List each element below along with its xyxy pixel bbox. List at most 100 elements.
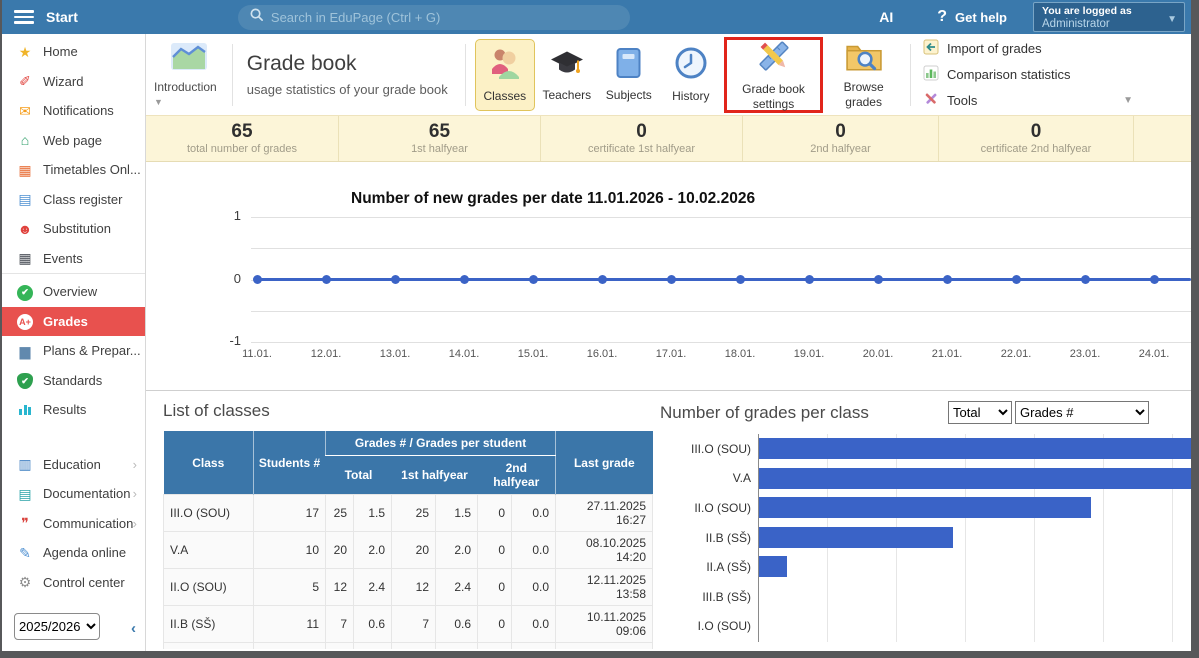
table-row[interactable]: II.B (SŠ)1170.670.600.010.11.2025 09:06: [164, 606, 653, 643]
stat-value: 0: [835, 122, 846, 143]
bar[interactable]: [759, 468, 1191, 489]
grades-filter-select[interactable]: Grades #: [1015, 401, 1149, 424]
window-frame: Start AI ? Get help You are logged as Ad…: [0, 0, 1199, 658]
menu-item-import-of-grades[interactable]: Import of grades: [923, 39, 1183, 58]
classes-people-icon: [488, 46, 522, 85]
tab-teachers[interactable]: Teachers: [537, 39, 597, 111]
search-input[interactable]: [271, 10, 619, 25]
chevron-down-icon[interactable]: ▼: [1123, 95, 1183, 106]
sidebar-item-notifications[interactable]: ✉Notifications: [2, 96, 145, 126]
briefcase-icon: ▆: [15, 344, 35, 358]
col-header-students[interactable]: Students #: [254, 431, 326, 495]
sidebar-item-label: Wizard: [43, 74, 83, 89]
folder-search-icon: [845, 40, 883, 77]
gear-icon: ⚙: [15, 575, 35, 589]
table-row[interactable]: II.O (SOU)5122.4122.400.012.11.2025 13:5…: [164, 569, 653, 606]
sidebar-item-events[interactable]: ▦Events: [2, 244, 145, 274]
col-header-class[interactable]: Class: [164, 431, 254, 495]
sidebar-item-label: Substitution: [43, 221, 111, 236]
sidebar-item-timetables-onl[interactable]: ▦Timetables Onl...: [2, 155, 145, 185]
grades-per-class-heading: Number of grades per class: [660, 403, 869, 423]
menu-item-tools[interactable]: Tools ▼: [923, 91, 1183, 110]
ai-button[interactable]: AI: [879, 9, 893, 25]
tab-subjects[interactable]: Subjects: [599, 39, 659, 111]
table-cell: 7: [326, 606, 354, 643]
bar[interactable]: [759, 556, 787, 577]
total-filter-select[interactable]: Total: [948, 401, 1012, 424]
data-point: [598, 275, 607, 284]
tab-label: History: [672, 89, 709, 103]
sidebar-item-standards[interactable]: ✔Standards: [2, 366, 145, 396]
grade-book-settings-button[interactable]: Grade book settings: [724, 37, 823, 113]
table-row[interactable]: V.A10202.0202.000.008.10.2025 14:20: [164, 532, 653, 569]
bar[interactable]: [759, 438, 1191, 459]
search-box[interactable]: [238, 5, 630, 30]
user-name: Administrator: [1042, 18, 1176, 30]
sidebar-item-wizard[interactable]: ✐Wizard: [2, 67, 145, 97]
stat-2nd-halfyear: 02nd halfyear: [743, 116, 939, 161]
start-menu[interactable]: Start: [46, 9, 78, 25]
logged-as-label: You are logged as: [1042, 5, 1176, 17]
x-tick-label: 16.01.: [580, 348, 624, 360]
sidebar-item-communication[interactable]: ❞Communication›: [2, 509, 145, 539]
col-header-2nd-halfyear[interactable]: 2nd halfyear: [478, 456, 556, 495]
grades-per-class-chart: III.O (SOU)V.AII.O (SOU)II.B (SŠ)II.A (S…: [660, 434, 1191, 642]
table-cell: V.A: [164, 532, 254, 569]
table-cell: 0.0: [512, 606, 556, 643]
tab-classes[interactable]: Classes: [475, 39, 535, 111]
school-year-select[interactable]: 2025/2026: [14, 613, 100, 640]
x-tick-label: 24.01.: [1132, 348, 1176, 360]
bar-category-label: II.B (SŠ): [660, 523, 758, 553]
chevron-down-icon: ▼: [1167, 14, 1177, 25]
chart-title: Number of new grades per date 11.01.2026…: [351, 190, 755, 208]
sidebar-item-substitution[interactable]: ☻Substitution: [2, 214, 145, 244]
grades-per-date-chart: Number of new grades per date 11.01.2026…: [146, 162, 1191, 391]
browse-grades-button[interactable]: Browse grades: [827, 37, 900, 113]
sidebar-item-agenda-online[interactable]: ✎Agenda online: [2, 538, 145, 568]
col-header-total[interactable]: Total: [326, 456, 392, 495]
table-row[interactable]: II.A (SŠ)710.110.100.018.09.2025 09:18: [164, 643, 653, 650]
question-mark-icon: ?: [937, 8, 947, 26]
sidebar-item-label: Web page: [43, 133, 102, 148]
y-tick-label: 0: [201, 271, 241, 286]
sidebar-item-class-register[interactable]: ▤Class register: [2, 185, 145, 215]
table-cell: 0: [478, 495, 512, 532]
data-point: [460, 275, 469, 284]
sidebar-item-control-center[interactable]: ⚙Control center: [2, 568, 145, 598]
chevron-right-icon: ›: [133, 457, 137, 472]
x-tick-label: 22.01.: [994, 348, 1038, 360]
table-row[interactable]: III.O (SOU)17251.5251.500.027.11.2025 16…: [164, 495, 653, 532]
sidebar-item-label: Plans & Prepar...: [43, 343, 141, 358]
sidebar-group-1: ★Home✐Wizard✉Notifications⌂Web page▦Time…: [2, 34, 145, 273]
menu-item-comparison-statistics[interactable]: Comparison statistics: [923, 65, 1183, 84]
table-cell: 0: [478, 606, 512, 643]
sidebar-item-documentation[interactable]: ▤Documentation›: [2, 479, 145, 509]
tab-history[interactable]: History: [661, 39, 721, 111]
col-header-last-grade[interactable]: Last grade: [556, 431, 653, 495]
hamburger-menu-icon[interactable]: [14, 7, 34, 27]
topbar: Start AI ? Get help You are logged as Ad…: [2, 0, 1191, 34]
introduction-button[interactable]: Introduction ▼: [154, 42, 224, 108]
sidebar: ★Home✐Wizard✉Notifications⌂Web page▦Time…: [2, 34, 146, 651]
col-header-1st-halfyear[interactable]: 1st halfyear: [392, 456, 478, 495]
x-tick-label: 23.01.: [1063, 348, 1107, 360]
x-tick-label: 21.01.: [925, 348, 969, 360]
sidebar-item-web-page[interactable]: ⌂Web page: [2, 126, 145, 156]
table-cell: 7: [254, 643, 326, 650]
chat-icon: ❞: [15, 516, 35, 530]
sidebar-collapse-chevron-icon[interactable]: ‹: [131, 620, 136, 637]
get-help-link[interactable]: ? Get help: [937, 8, 1007, 26]
table-cell: 10: [254, 532, 326, 569]
bar[interactable]: [759, 527, 953, 548]
sidebar-item-grades[interactable]: A+Grades: [2, 307, 145, 337]
sidebar-item-education[interactable]: ▥Education›: [2, 450, 145, 480]
table-cell: 0: [478, 643, 512, 650]
sidebar-item-overview[interactable]: ✔Overview: [2, 277, 145, 307]
grades-badge-icon: A+: [15, 313, 35, 331]
x-tick-label: 15.01.: [511, 348, 555, 360]
bar[interactable]: [759, 497, 1091, 518]
account-menu[interactable]: You are logged as Administrator ▼: [1033, 2, 1185, 32]
sidebar-item-home[interactable]: ★Home: [2, 37, 145, 67]
sidebar-item-results[interactable]: Results: [2, 395, 145, 425]
sidebar-item-plans-prepar[interactable]: ▆ Plans & Prepar...: [2, 336, 145, 366]
